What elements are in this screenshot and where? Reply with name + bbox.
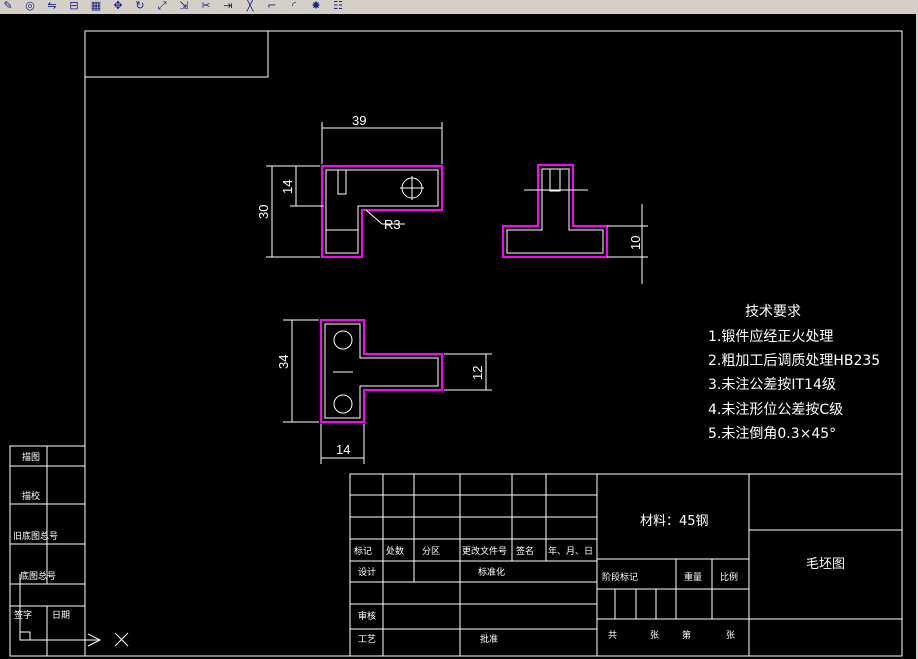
tb-total: 共: [608, 630, 617, 641]
tb-design: 设计: [358, 566, 376, 578]
technical-notes: 技术要求 1.锻件应经正火处理 2.粗加工后调质处理HB235 3.未注公差按I…: [708, 304, 880, 442]
left-label: 签字: [14, 609, 32, 621]
front-dim-width: 14: [336, 442, 350, 457]
properties-icon[interactable]: ☷: [332, 0, 344, 12]
tb-header: 签名: [516, 545, 534, 557]
top-dim-radius: R3: [384, 217, 401, 232]
ucs-icon: [19, 574, 129, 647]
tb-scale: 比例: [720, 571, 738, 583]
front-dim-height: 34: [276, 355, 291, 369]
top-dim-height: 30: [256, 205, 271, 219]
note-item: 4.未注形位公差按C级: [708, 402, 843, 418]
trim-icon[interactable]: ✂: [200, 0, 212, 12]
tb-drawing-name: 毛坯图: [806, 557, 845, 572]
tb-review: 审核: [358, 610, 376, 622]
tb-material: 材料：45钢: [640, 514, 709, 529]
tb-header: 分区: [422, 546, 440, 557]
front-view: 34 12 14: [276, 319, 492, 464]
tb-approve: 批准: [480, 633, 498, 645]
drawing-canvas[interactable]: 39 30 14 R3 10 34 12 14 技术要求 1.锻件应经正火处理 …: [0, 14, 918, 659]
side-view: 10: [502, 164, 648, 284]
side-dim-height: 10: [628, 236, 643, 250]
drawing-sheet: 39 30 14 R3 10 34 12 14 技术要求 1.锻件应经正火处理 …: [9, 30, 903, 657]
chamfer-icon[interactable]: ⌐: [266, 0, 278, 12]
move-icon[interactable]: ✥: [112, 0, 124, 12]
toolbar: ✎ ◎ ⇋ ⊟ ▦ ✥ ↻ ⤢ ⇲ ✂ ⇥ ╳ ⌐ ◜ ✸ ☷: [0, 0, 918, 15]
left-label: 描图: [22, 451, 40, 463]
offset-icon[interactable]: ⊟: [68, 0, 80, 12]
extend-icon[interactable]: ⇥: [222, 0, 234, 12]
pencil-icon[interactable]: ✎: [2, 0, 14, 12]
circle-tool-icon[interactable]: ◎: [24, 0, 36, 12]
note-item: 2.粗加工后调质处理HB235: [708, 353, 880, 369]
rotate-icon[interactable]: ↻: [134, 0, 146, 12]
top-dim-width: 39: [352, 113, 366, 128]
tb-header: 处数: [386, 545, 404, 557]
mirror-icon[interactable]: ⇋: [46, 0, 58, 12]
top-dim-inner: 14: [280, 180, 295, 194]
top-view: 39 30 14 R3: [256, 113, 443, 258]
tb-process: 工艺: [358, 634, 376, 645]
tb-sheet: 张: [726, 630, 735, 641]
stretch-icon[interactable]: ⇲: [178, 0, 190, 12]
left-label: 日期: [52, 610, 70, 621]
tb-header: 标记: [354, 545, 372, 557]
tb-sheet: 第: [682, 629, 691, 641]
left-label: 旧底图总号: [13, 530, 58, 542]
name-box: [85, 31, 269, 78]
explode-icon[interactable]: ✸: [310, 0, 322, 12]
left-label: 描校: [22, 490, 40, 502]
tb-header: 年、月、日: [548, 545, 593, 557]
tb-header: 更改文件号: [462, 545, 507, 557]
scale-icon[interactable]: ⤢: [156, 0, 168, 12]
fillet-icon[interactable]: ◜: [288, 0, 300, 12]
break-icon[interactable]: ╳: [244, 0, 256, 12]
tb-weight: 重量: [684, 571, 702, 583]
left-label: 底图总号: [20, 570, 56, 582]
tb-sheet: 张: [650, 630, 659, 641]
tb-stage-mark: 阶段标记: [602, 571, 638, 583]
array-icon[interactable]: ▦: [90, 0, 102, 12]
note-item: 5.未注倒角0.3×45°: [708, 426, 836, 442]
note-item: 1.锻件应经正火处理: [708, 328, 833, 345]
tb-standardize: 标准化: [478, 566, 505, 578]
notes-title: 技术要求: [745, 304, 801, 320]
front-dim-thickness: 12: [470, 366, 485, 380]
note-item: 3.未注公差按IT14级: [708, 377, 836, 393]
